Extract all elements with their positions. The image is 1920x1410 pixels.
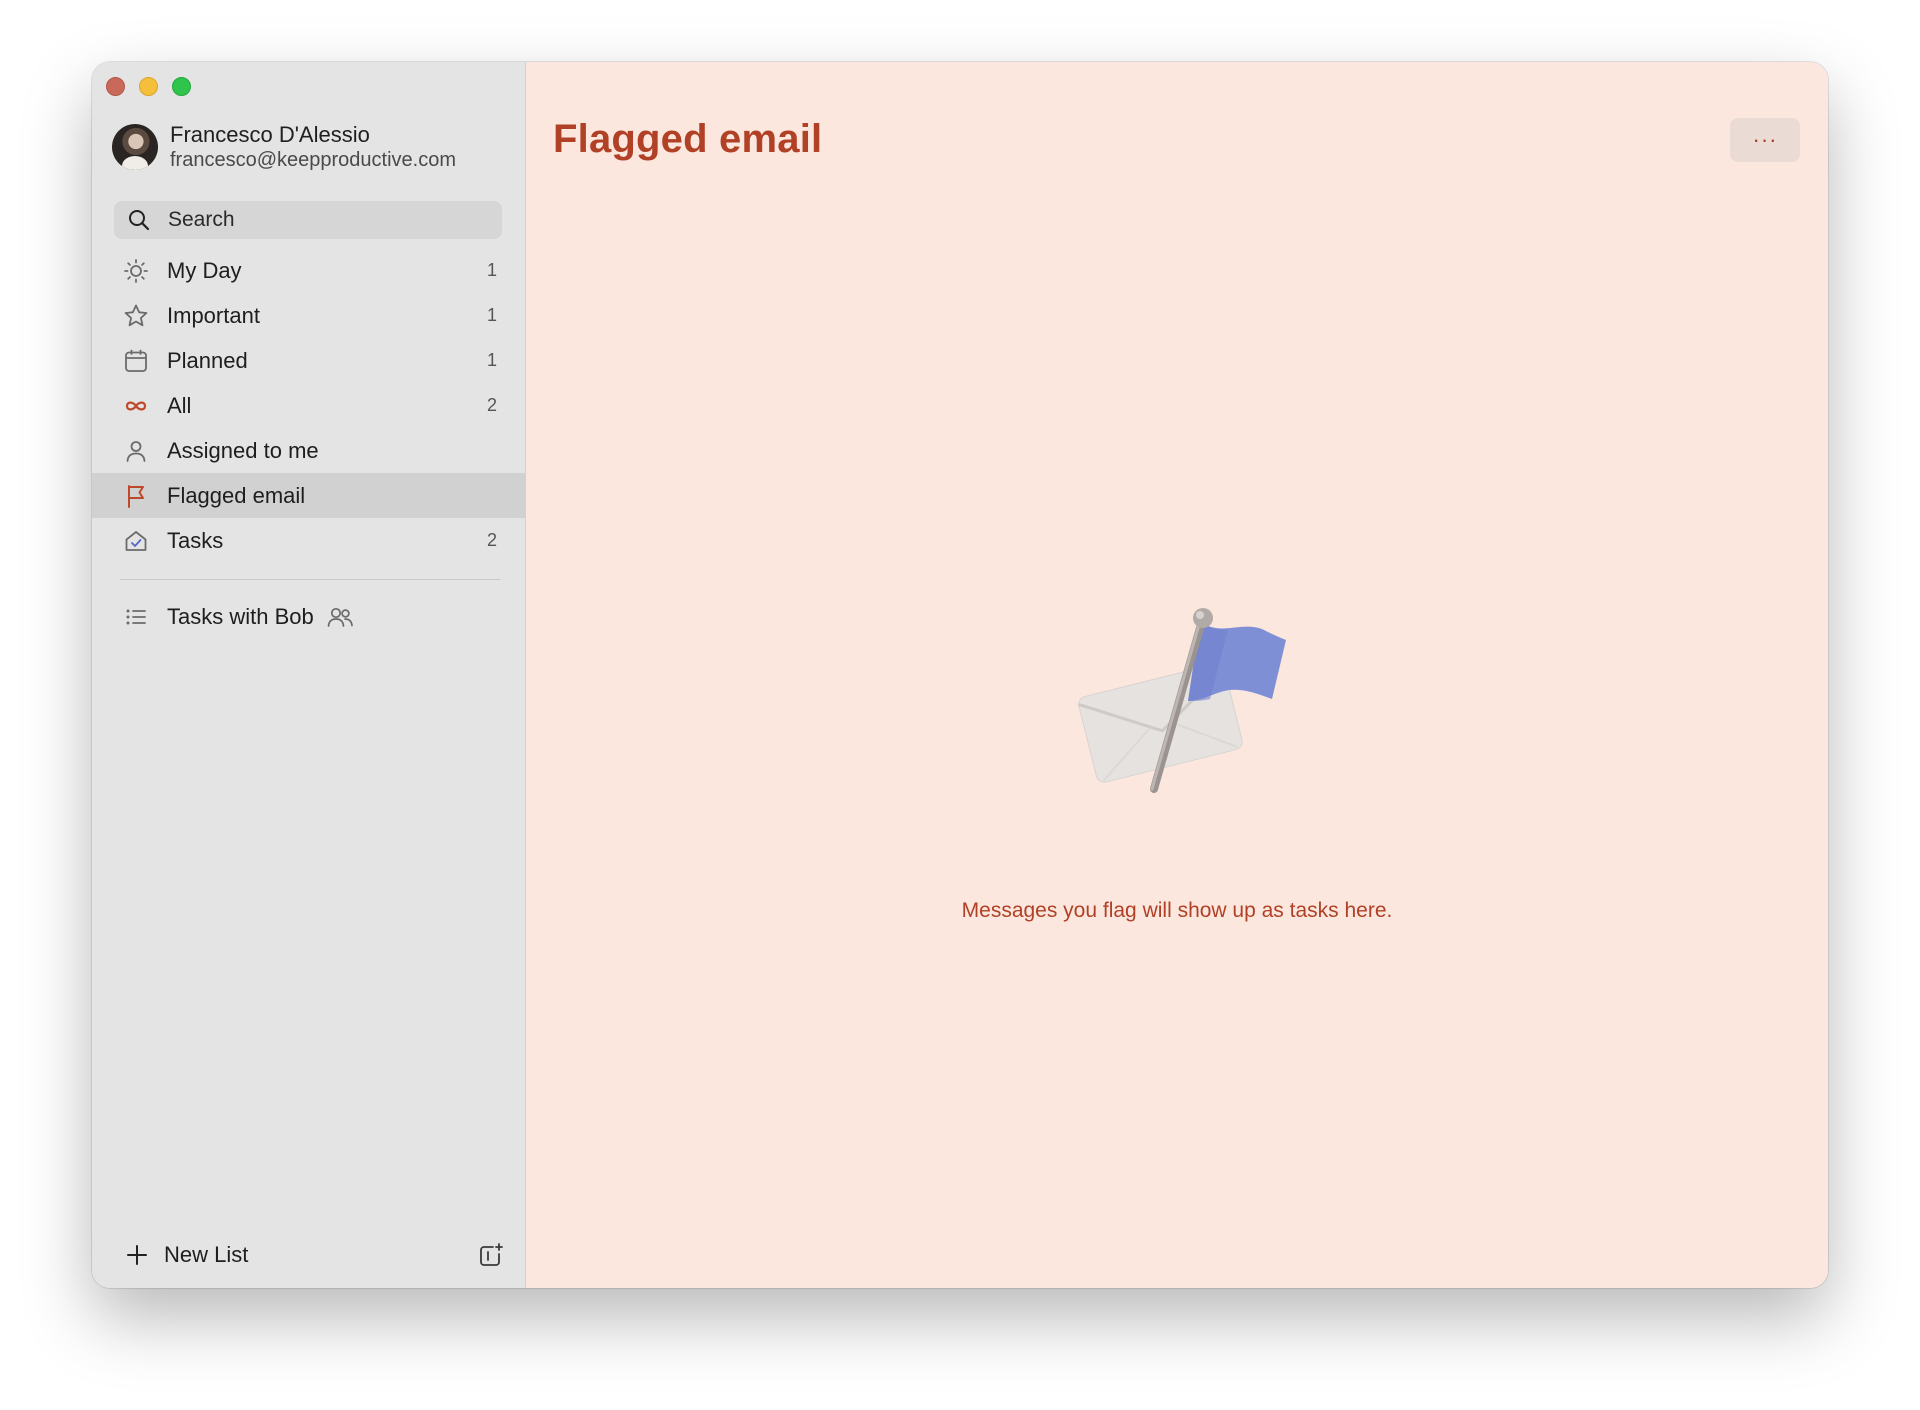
- sidebar-item-flagged-email[interactable]: Flagged email: [92, 473, 525, 518]
- sidebar-item-count: 1: [486, 260, 497, 280]
- search-input[interactable]: [166, 207, 490, 233]
- search-icon: [129, 210, 150, 231]
- sidebar-item-tasks-with-bob[interactable]: Tasks with Bob: [92, 594, 525, 639]
- avatar: [112, 124, 158, 170]
- more-options-button[interactable]: ···: [1730, 118, 1800, 162]
- page-title: Flagged email: [553, 117, 823, 161]
- account-info: Francesco D'Alessio francesco@keepproduc…: [170, 122, 456, 172]
- new-list-label: New List: [164, 1242, 249, 1267]
- star-icon: [124, 304, 148, 327]
- sidebar-item-tasks[interactable]: Tasks 2: [92, 518, 525, 563]
- account-email: francesco@keepproductive.com: [170, 149, 456, 171]
- sidebar-item-all[interactable]: All 2: [92, 383, 525, 428]
- window-controls: [106, 77, 191, 96]
- sidebar-item-important[interactable]: Important 1: [92, 293, 525, 338]
- empty-state-message: Messages you flag will show up as tasks …: [961, 899, 1393, 922]
- sidebar-item-count: 1: [486, 350, 497, 370]
- sidebar-item-my-day[interactable]: My Day 1: [92, 248, 525, 293]
- calendar-icon: [125, 349, 147, 372]
- sidebar-item-label: Planned: [167, 347, 248, 373]
- new-group-icon[interactable]: [478, 1242, 504, 1268]
- flagged-mail-illustration: [1078, 608, 1286, 793]
- main-content: Flagged email ··· Messages you flag will…: [526, 62, 1828, 1288]
- home-check-icon: [125, 531, 147, 551]
- search-box[interactable]: [114, 201, 502, 239]
- sun-icon: [124, 259, 148, 283]
- infinity-icon: [125, 401, 147, 411]
- sidebar-item-count: 2: [486, 395, 497, 415]
- flag-icon: [128, 485, 144, 508]
- sidebar-item-assigned-to-me[interactable]: Assigned to me: [92, 428, 525, 473]
- new-list-button[interactable]: New List: [126, 1240, 248, 1270]
- sidebar-item-planned[interactable]: Planned 1: [92, 338, 525, 383]
- account-name: Francesco D'Alessio: [170, 122, 370, 147]
- list-label: Tasks with Bob: [167, 603, 314, 629]
- sidebar-item-count: 1: [486, 305, 497, 325]
- plus-icon: [127, 1245, 147, 1265]
- sidebar-divider: [120, 579, 500, 580]
- sidebar-item-label: All: [167, 392, 192, 418]
- sidebar-item-label: Tasks: [167, 527, 224, 553]
- smart-lists: My Day 1 Important 1 Planned 1 All 2 Ass…: [92, 248, 525, 563]
- app-window: Francesco D'Alessio francesco@keepproduc…: [92, 62, 1828, 1288]
- sidebar-item-label: My Day: [167, 257, 242, 283]
- sidebar-item-count: 2: [486, 530, 497, 550]
- sidebar-item-label: Important: [167, 302, 260, 328]
- zoom-window-button[interactable]: [172, 77, 191, 96]
- person-icon: [126, 441, 146, 462]
- list-icon: [126, 609, 146, 625]
- shared-people-icon: [327, 607, 353, 627]
- minimize-window-button[interactable]: [139, 77, 158, 96]
- sidebar: Francesco D'Alessio francesco@keepproduc…: [92, 62, 526, 1288]
- sidebar-item-label: Assigned to me: [167, 437, 319, 463]
- account-profile[interactable]: Francesco D'Alessio francesco@keepproduc…: [112, 122, 456, 172]
- sidebar-item-label: Flagged email: [167, 482, 306, 508]
- close-window-button[interactable]: [106, 77, 125, 96]
